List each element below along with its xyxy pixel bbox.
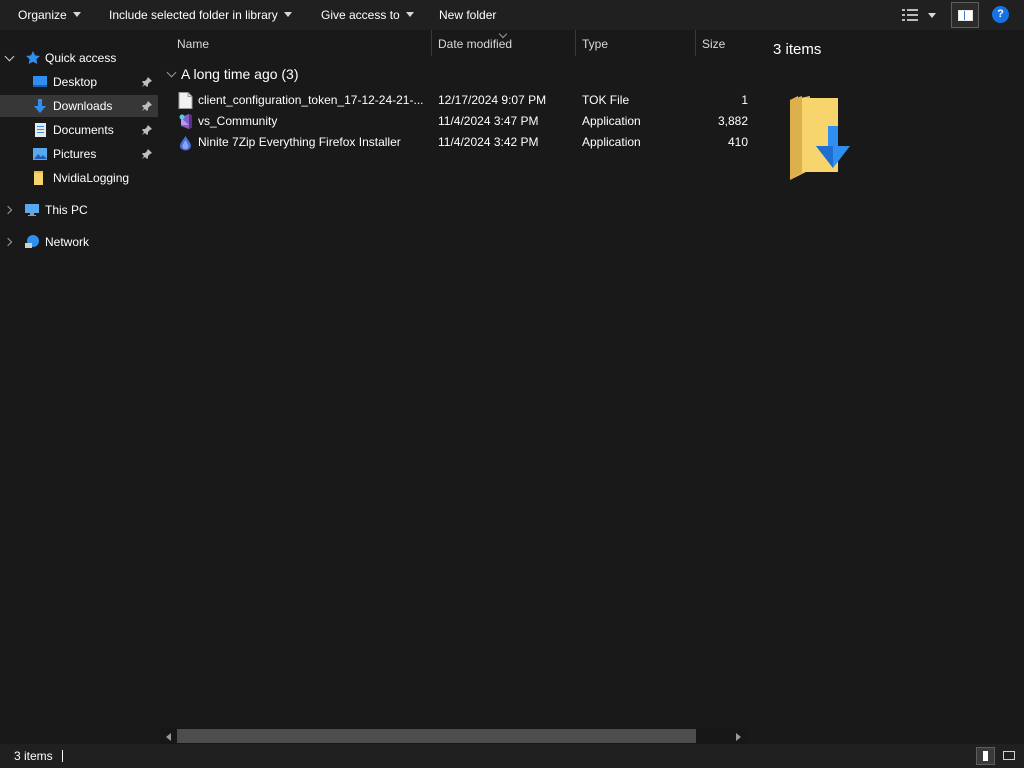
downloads-icon xyxy=(34,99,46,113)
group-header-label: A long time ago (3) xyxy=(181,66,299,82)
nav-item-nvidialogging[interactable]: NvidiaLogging xyxy=(0,167,158,189)
chevron-down-icon[interactable] xyxy=(4,51,15,62)
documents-icon xyxy=(35,123,46,137)
file-type: Application xyxy=(582,135,641,149)
desktop-icon xyxy=(33,76,47,87)
give-access-button[interactable]: Give access to xyxy=(321,7,414,23)
help-icon[interactable]: ? xyxy=(992,6,1009,23)
status-bar: 3 items xyxy=(0,744,1024,768)
pin-icon[interactable] xyxy=(142,101,152,111)
nav-item-label: Downloads xyxy=(53,99,113,113)
visual-studio-icon xyxy=(179,114,192,129)
large-icons-view-button[interactable] xyxy=(1000,747,1019,765)
nav-item-documents[interactable]: Documents xyxy=(0,119,158,141)
organize-label: Organize xyxy=(18,8,67,22)
nav-item-pictures[interactable]: Pictures xyxy=(0,143,158,165)
horizontal-scrollbar[interactable] xyxy=(160,728,748,744)
scroll-left-icon[interactable] xyxy=(166,733,171,741)
column-header-name[interactable]: Name xyxy=(177,37,209,51)
nav-network-label: Network xyxy=(45,235,90,249)
scroll-right-icon[interactable] xyxy=(736,733,741,741)
chevron-right-icon[interactable] xyxy=(3,237,13,247)
column-headers: Name Date modified Type Size xyxy=(158,29,748,58)
chevron-down-icon xyxy=(928,13,936,18)
table-row[interactable]: Ninite 7Zip Everything Firefox Installer… xyxy=(158,132,748,153)
pictures-icon xyxy=(33,148,47,160)
include-in-library-button[interactable]: Include selected folder in library xyxy=(109,7,292,23)
chevron-down-icon xyxy=(405,12,414,17)
preview-pane-button[interactable] xyxy=(951,2,979,28)
computer-icon xyxy=(25,204,39,216)
ninite-icon xyxy=(180,136,191,151)
chevron-down-icon[interactable] xyxy=(166,67,177,78)
pin-icon[interactable] xyxy=(142,149,152,159)
large-icons-view-icon xyxy=(1003,751,1015,760)
new-folder-label: New folder xyxy=(439,8,497,22)
pin-icon[interactable] xyxy=(142,125,152,135)
file-size: 410 xyxy=(727,135,748,149)
star-icon xyxy=(26,51,40,64)
change-view-button[interactable] xyxy=(900,7,940,23)
file-date: 11/4/2024 3:42 PM xyxy=(438,135,539,149)
navigation-pane: Quick access Desktop Downloads Documents… xyxy=(0,30,158,744)
nav-item-label: Documents xyxy=(53,123,114,137)
details-view-icon xyxy=(983,751,988,761)
nav-this-pc[interactable]: This PC xyxy=(0,199,158,221)
nav-item-label: Pictures xyxy=(53,147,97,161)
column-divider[interactable] xyxy=(431,30,432,56)
folder-icon xyxy=(34,171,43,185)
file-name: client_configuration_token_17-12-24-21-.… xyxy=(198,93,424,107)
command-bar: Organize Include selected folder in libr… xyxy=(0,0,1024,30)
nav-item-label: Desktop xyxy=(53,75,98,89)
nav-item-label: NvidiaLogging xyxy=(53,171,130,185)
scrollbar-thumb[interactable] xyxy=(177,729,696,743)
column-header-date[interactable]: Date modified xyxy=(438,37,512,51)
details-view-icon xyxy=(902,9,918,21)
nav-item-desktop[interactable]: Desktop xyxy=(0,71,158,93)
table-row[interactable]: vs_Community 11/4/2024 3:47 PM Applicati… xyxy=(158,111,748,132)
file-type: Application xyxy=(582,114,641,128)
file-date: 11/4/2024 3:47 PM xyxy=(438,114,539,128)
column-header-size[interactable]: Size xyxy=(702,37,725,51)
give-access-label: Give access to xyxy=(321,8,400,22)
pin-icon[interactable] xyxy=(142,77,152,87)
downloads-folder-icon xyxy=(790,96,850,180)
column-header-type[interactable]: Type xyxy=(582,37,608,51)
file-size: 3,882 xyxy=(717,114,748,128)
preview-title: 3 items xyxy=(773,41,822,58)
nav-item-downloads[interactable]: Downloads xyxy=(0,95,158,117)
new-folder-button[interactable]: New folder xyxy=(439,7,496,23)
document-file-icon xyxy=(178,92,193,109)
nav-this-pc-label: This PC xyxy=(45,203,88,217)
preview-pane: 3 items xyxy=(748,30,1024,744)
chevron-down-icon xyxy=(72,12,81,17)
table-row[interactable]: client_configuration_token_17-12-24-21-.… xyxy=(158,90,748,111)
file-name: vs_Community xyxy=(198,114,278,128)
status-divider xyxy=(62,750,63,762)
file-date: 12/17/2024 9:07 PM xyxy=(438,93,547,107)
network-icon xyxy=(25,235,39,248)
include-in-library-label: Include selected folder in library xyxy=(109,8,278,22)
file-type: TOK File xyxy=(582,93,630,107)
nav-quick-access[interactable]: Quick access xyxy=(0,47,158,69)
status-item-count: 3 items xyxy=(14,749,53,763)
file-list-area: Name Date modified Type Size A long time… xyxy=(158,29,748,744)
column-divider[interactable] xyxy=(575,30,576,56)
details-view-button[interactable] xyxy=(976,747,995,765)
chevron-right-icon[interactable] xyxy=(3,205,13,215)
preview-pane-icon xyxy=(958,10,973,21)
chevron-down-icon xyxy=(283,12,292,17)
column-divider[interactable] xyxy=(695,30,696,56)
file-size: 1 xyxy=(741,93,748,107)
organize-button[interactable]: Organize xyxy=(18,7,81,23)
nav-quick-access-label: Quick access xyxy=(45,51,117,65)
file-name: Ninite 7Zip Everything Firefox Installer xyxy=(198,135,401,149)
nav-network[interactable]: Network xyxy=(0,231,158,253)
